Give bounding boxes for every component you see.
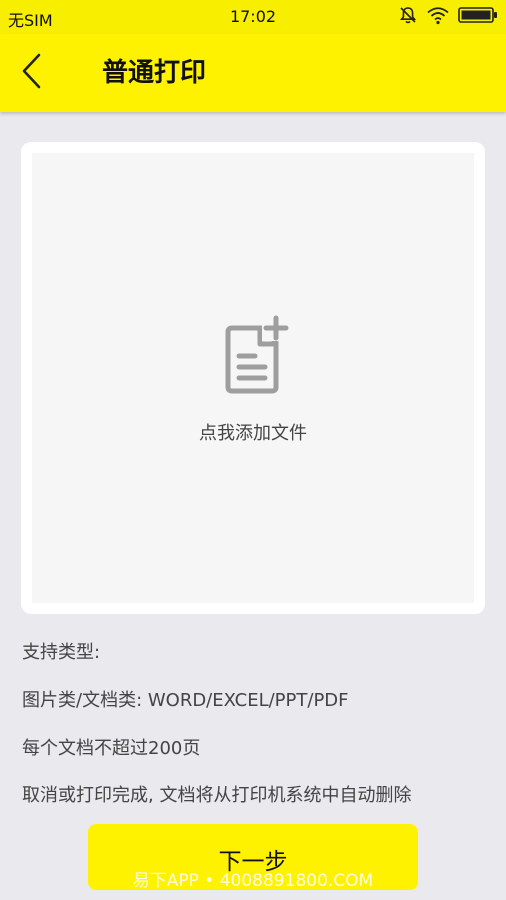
wifi-icon <box>426 5 450 29</box>
supported-types-heading: 支持类型: <box>22 642 101 663</box>
next-step-button[interactable]: 下一步 <box>88 824 418 890</box>
upload-card: 点我添加文件 <box>21 142 485 614</box>
app-bar: 普通打印 <box>0 34 506 112</box>
chevron-left-icon <box>19 52 43 94</box>
mute-bell-icon <box>398 5 418 29</box>
status-icons <box>398 7 498 27</box>
page-title: 普通打印 <box>102 58 207 88</box>
battery-icon <box>458 5 498 29</box>
back-button[interactable] <box>6 48 56 98</box>
supported-file-types: 图片类/文档类: WORD/EXCEL/PPT/PDF <box>22 690 349 711</box>
page-limit-note: 每个文档不超过200页 <box>22 738 201 759</box>
status-bar: 无SIM 17:02 <box>0 0 506 34</box>
add-file-area[interactable]: 点我添加文件 <box>32 153 474 603</box>
add-document-icon <box>218 315 290 399</box>
next-step-label: 下一步 <box>218 849 288 875</box>
auto-delete-note: 取消或打印完成, 文档将从打印机系统中自动删除 <box>22 785 412 806</box>
add-file-label: 点我添加文件 <box>199 423 307 444</box>
